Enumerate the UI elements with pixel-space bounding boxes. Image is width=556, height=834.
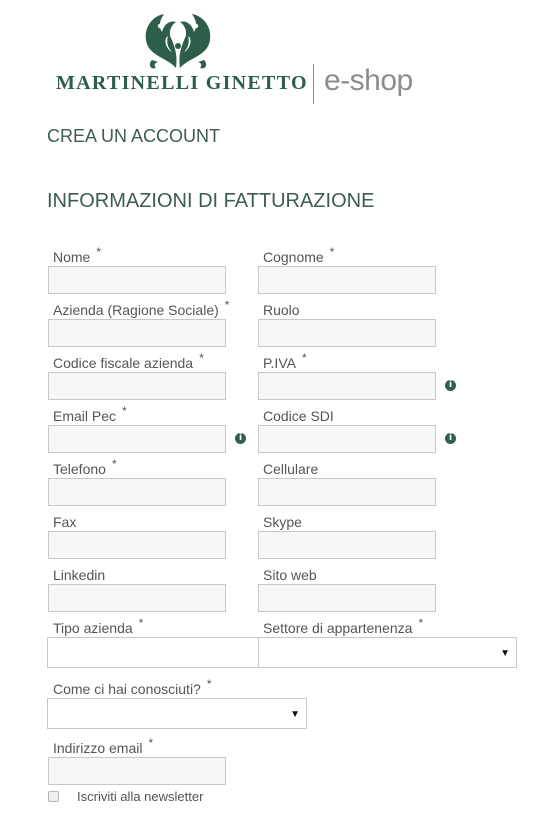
chevron-down-icon: ▼ (290, 709, 300, 720)
required-marker: * (199, 351, 204, 365)
newsletter-checkbox[interactable] (48, 791, 59, 802)
label-nome: Nome * (53, 245, 102, 265)
newsletter-label[interactable]: Iscriviti alla newsletter (77, 789, 203, 804)
piva-input[interactable] (258, 372, 436, 400)
email-pec-info-icon[interactable]: i (235, 433, 246, 444)
sito-web-input[interactable] (258, 584, 436, 612)
label-sito-web: Sito web (263, 567, 317, 583)
label-skype: Skype (263, 514, 302, 530)
label-settore: Settore di appartenenza * (263, 616, 424, 636)
label-azienda: Azienda (Ragione Sociale) * (53, 298, 230, 318)
brand-divider (313, 64, 314, 104)
cognome-input[interactable] (258, 266, 436, 294)
indirizzo-email-input[interactable] (48, 757, 226, 785)
codice-fiscale-input[interactable] (48, 372, 226, 400)
brand-logo-ornament-icon (145, 14, 211, 69)
piva-info-icon[interactable]: i (445, 380, 456, 391)
section-title-billing: INFORMAZIONI DI FATTURAZIONE (47, 190, 375, 212)
azienda-input[interactable] (48, 319, 226, 347)
label-codice-fiscale: Codice fiscale azienda * (53, 351, 204, 371)
required-marker: * (418, 616, 424, 630)
label-ruolo: Ruolo (263, 302, 300, 318)
required-marker: * (301, 351, 307, 365)
email-pec-input[interactable] (48, 425, 226, 453)
tipo-azienda-select[interactable] (47, 637, 259, 668)
codice-sdi-info-icon[interactable]: i (445, 433, 456, 444)
come-conosciuti-select[interactable]: ▼ (47, 698, 307, 729)
cellulare-input[interactable] (258, 478, 436, 506)
skype-input[interactable] (258, 531, 436, 559)
settore-select[interactable]: ▼ (258, 637, 517, 668)
ruolo-input[interactable] (258, 319, 436, 347)
required-marker: * (206, 677, 212, 691)
page-title: CREA UN ACCOUNT (47, 126, 221, 146)
label-telefono: Telefono * (53, 457, 117, 477)
chevron-down-icon: ▼ (500, 648, 510, 659)
label-cognome: Cognome * (263, 245, 335, 265)
required-marker: * (138, 616, 144, 630)
label-codice-sdi: Codice SDI (263, 408, 334, 424)
linkedin-input[interactable] (48, 584, 226, 612)
label-indirizzo-email: Indirizzo email * (53, 736, 154, 756)
required-marker: * (224, 298, 230, 312)
label-cellulare: Cellulare (263, 461, 319, 477)
label-fax: Fax (53, 514, 77, 530)
telefono-input[interactable] (48, 478, 226, 506)
fax-input[interactable] (48, 531, 226, 559)
nome-input[interactable] (48, 266, 226, 294)
required-marker: * (96, 245, 102, 259)
label-email-pec: Email Pec * (53, 404, 127, 424)
required-marker: * (148, 736, 154, 750)
label-piva: P.IVA * (263, 351, 307, 371)
eshop-label: e-shop (324, 64, 413, 97)
required-marker: * (329, 245, 335, 259)
label-linkedin: Linkedin (53, 567, 106, 583)
codice-sdi-input[interactable] (258, 425, 436, 453)
required-marker: * (122, 404, 127, 418)
label-tipo-azienda: Tipo azienda * (53, 616, 144, 636)
label-come-conosciuti: Come ci hai conosciuti? * (53, 677, 212, 697)
required-marker: * (111, 457, 117, 471)
brand-name: MARTINELLI GINETTO (56, 72, 308, 94)
